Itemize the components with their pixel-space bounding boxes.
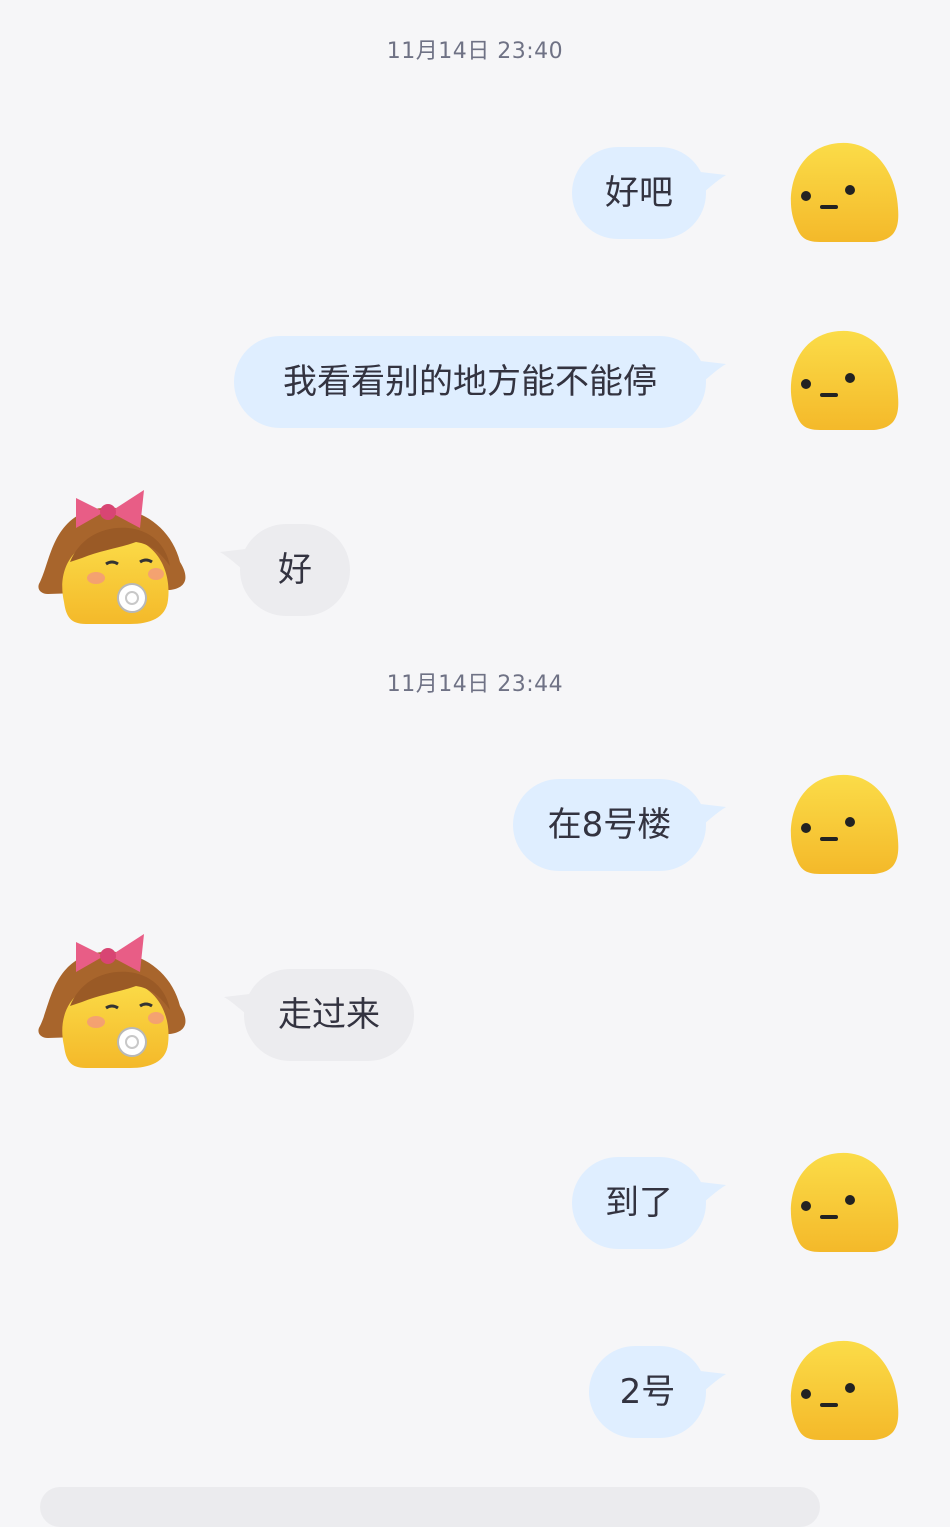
self-avatar-icon[interactable] [774,1140,904,1270]
message-text: 走过来 [278,995,380,1035]
self-avatar-icon[interactable] [774,762,904,892]
sent-message-bubble[interactable]: 在8号楼 [513,779,706,871]
bubble-tail-icon [692,803,726,829]
self-avatar-icon[interactable] [774,1328,904,1458]
bubble-tail-icon [692,171,726,197]
sent-message-bubble[interactable]: 到了 [572,1157,706,1249]
contact-avatar-icon[interactable] [20,482,190,632]
message-input-bar[interactable] [40,1487,820,1527]
message-text: 好 [278,550,312,590]
sent-message-bubble[interactable]: 好吧 [572,147,706,239]
bubble-tail-icon [224,993,258,1019]
bubble-tail-icon [220,548,254,574]
message-text: 到了 [605,1183,673,1223]
contact-avatar-icon[interactable] [20,926,190,1076]
timestamp: 11月14日 23:44 [386,672,564,697]
message-text: 我看看别的地方能不能停 [283,362,657,402]
message-text: 好吧 [605,173,673,213]
self-avatar-icon[interactable] [774,318,904,448]
sent-message-bubble[interactable]: 2号 [589,1346,706,1438]
bubble-tail-icon [692,1181,726,1207]
bubble-tail-icon [692,360,726,386]
message-text: 在8号楼 [547,805,672,845]
message-text: 2号 [619,1372,676,1412]
received-message-bubble[interactable]: 走过来 [244,969,414,1061]
sent-message-bubble[interactable]: 我看看别的地方能不能停 [234,336,706,428]
timestamp: 11月14日 23:40 [386,39,564,64]
bubble-tail-icon [692,1370,726,1396]
self-avatar-icon[interactable] [774,130,904,260]
received-message-bubble[interactable]: 好 [240,524,350,616]
